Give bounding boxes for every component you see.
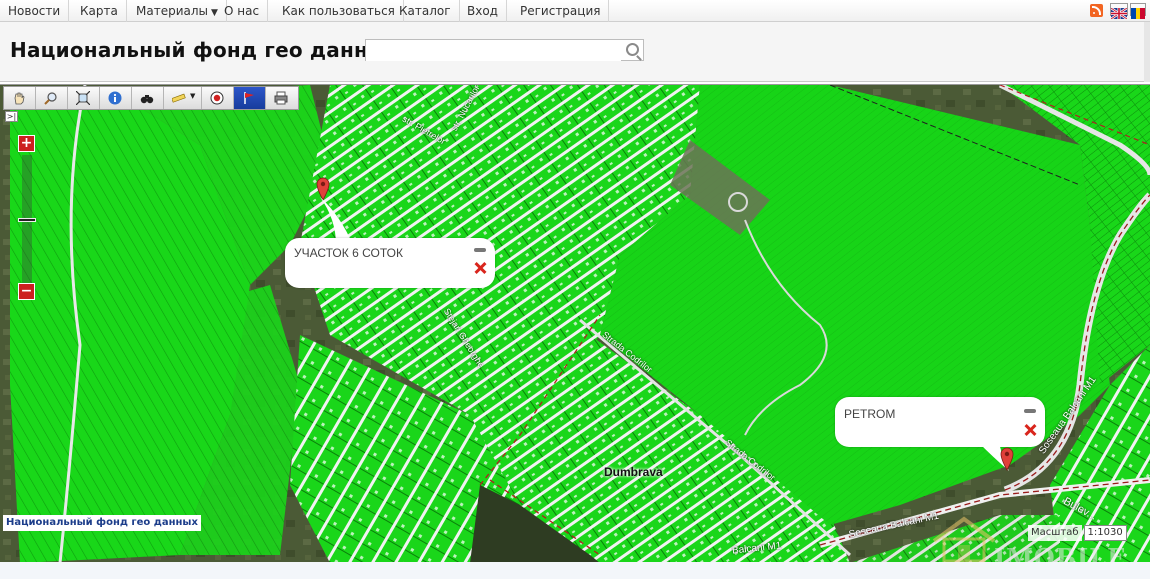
watermark-text: IMOBILE <box>994 543 1127 562</box>
marker-popup: PETROM <box>835 397 1045 447</box>
nav-item-news[interactable]: Новости <box>0 0 70 22</box>
scale-select[interactable]: 1:1030 <box>1083 525 1127 541</box>
nav-item-about[interactable]: О нас <box>216 0 269 22</box>
nav-label: Как пользоваться <box>282 4 395 18</box>
search-map-tool[interactable] <box>132 87 164 109</box>
measure-icon <box>172 93 186 103</box>
minimize-icon[interactable] <box>1024 409 1036 413</box>
chevron-down-icon: ▼ <box>190 92 196 100</box>
top-navigation: Новости Карта Материалы ▼ О нас Как польз… <box>0 0 1150 22</box>
uk-flag-icon[interactable] <box>1110 3 1128 20</box>
nav-item-map[interactable]: Карта <box>72 0 127 22</box>
nav-label: Новости <box>8 4 61 18</box>
search-box <box>365 39 644 61</box>
house-icon <box>932 516 996 562</box>
binoculars-icon <box>140 95 154 104</box>
nav-label: Материалы <box>136 4 208 18</box>
nav-label: О нас <box>224 4 260 18</box>
map-toolbar: ▼ <box>3 86 299 110</box>
zoom-slider-handle[interactable] <box>18 218 36 222</box>
flag-icon <box>244 92 254 104</box>
town-label: Dumbrava <box>604 465 663 479</box>
zoom-out-button[interactable]: − <box>18 283 35 300</box>
target-tool[interactable] <box>202 87 234 109</box>
extent-icon <box>76 91 90 105</box>
nav-label: Регистрация <box>520 4 601 18</box>
search-input[interactable] <box>366 41 621 61</box>
print-icon <box>274 91 288 105</box>
nav-item-login[interactable]: Вход <box>459 0 507 22</box>
popup-text: УЧАСТОК 6 СОТОК <box>294 246 403 260</box>
info-icon <box>108 91 122 105</box>
marker-tool[interactable] <box>234 87 266 109</box>
nav-item-how-to-use[interactable]: Как пользоваться <box>274 0 404 22</box>
map-marker[interactable] <box>999 447 1015 471</box>
pan-hand-icon <box>14 92 25 105</box>
site-header: Национальный фонд гео данных <box>0 22 1150 82</box>
scale-control: Масштаб 1:1030 <box>1028 525 1127 541</box>
nav-label: Карта <box>80 4 118 18</box>
page-scrollbar[interactable] <box>1144 22 1150 82</box>
nav-label: Каталог <box>399 4 451 18</box>
map-canvas[interactable] <box>0 85 1150 562</box>
minimize-icon[interactable] <box>474 248 486 252</box>
zoom-in-button[interactable]: + <box>18 135 35 152</box>
toggle-panel-button[interactable]: >| <box>5 111 18 122</box>
target-icon <box>210 91 224 105</box>
footer-strip <box>0 562 1150 579</box>
close-icon[interactable] <box>474 262 486 274</box>
info-tool[interactable] <box>100 87 132 109</box>
language-flag-icon[interactable] <box>1130 3 1146 19</box>
popup-text: PETROM <box>844 407 896 421</box>
map-pin-icon <box>1000 447 1014 471</box>
nav-label: Вход <box>467 4 498 18</box>
map-attribution: Национальный фонд гео данных <box>3 515 201 531</box>
full-extent-tool[interactable] <box>68 87 100 109</box>
nav-item-register[interactable]: Регистрация <box>512 0 610 22</box>
nav-item-materials[interactable]: Материалы ▼ <box>128 0 227 22</box>
nav-item-catalog[interactable]: Каталог <box>391 0 460 22</box>
zoom-tool[interactable] <box>36 87 68 109</box>
marker-popup: УЧАСТОК 6 СОТОК <box>285 238 495 288</box>
pan-tool[interactable] <box>4 87 36 109</box>
zoom-control: + − <box>18 135 36 303</box>
search-icon[interactable] <box>626 43 639 56</box>
print-tool[interactable] <box>266 87 298 109</box>
scale-label: Масштаб <box>1028 525 1082 541</box>
map-viewport[interactable]: ▼ >| + − str. Nucarilor str. Pietrelor S… <box>0 84 1150 562</box>
rss-icon[interactable] <box>1090 4 1103 17</box>
language-switcher <box>1088 3 1150 20</box>
measure-tool[interactable]: ▼ <box>164 87 202 109</box>
site-title: Национальный фонд гео данных <box>10 38 400 62</box>
close-icon[interactable] <box>1024 424 1036 436</box>
zoom-icon <box>44 92 57 105</box>
